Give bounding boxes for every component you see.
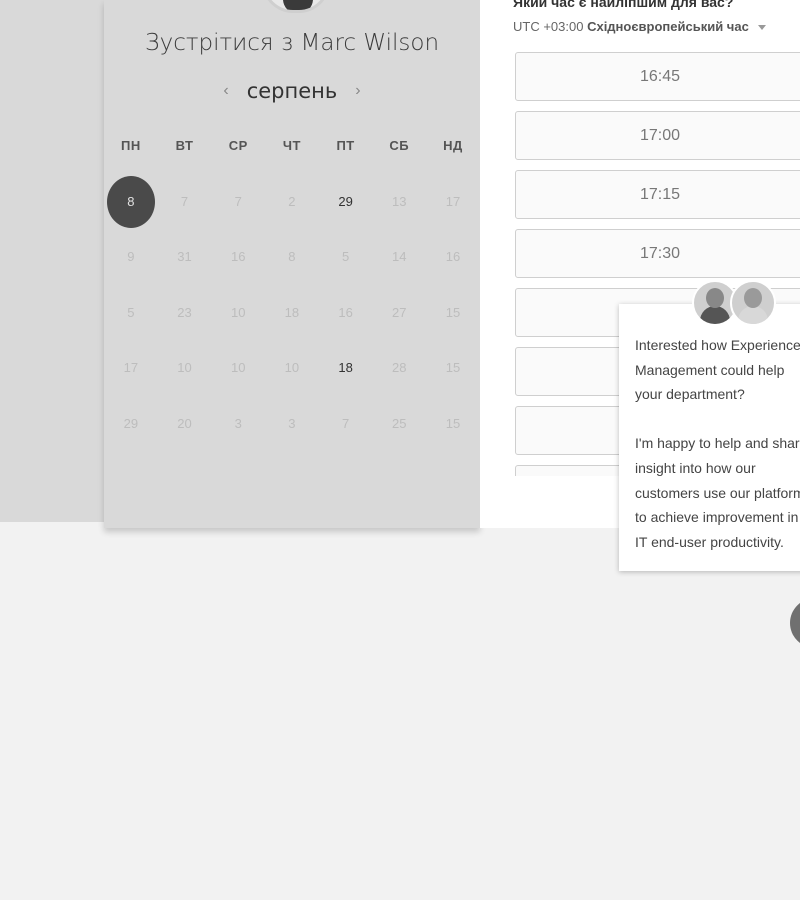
weekday-label: СБ — [389, 138, 410, 153]
chat-message-text: Interested how Experience Management cou… — [635, 337, 800, 550]
calendar-day: 3 — [234, 415, 242, 431]
timezone-selector[interactable]: UTC +03:00 Східноєвропейський час — [513, 19, 767, 34]
calendar-day: 10 — [177, 360, 192, 376]
calendar-day: 7 — [180, 193, 189, 209]
calendar-week-row: 5 23 10 18 16 27 15 — [104, 285, 480, 341]
time-slot-button[interactable]: 17:15 — [515, 170, 800, 219]
weekday-label: НД — [443, 138, 463, 153]
calendar-week-row: 17 10 10 10 18 28 15 — [104, 341, 480, 397]
calendar-week-row: 8 7 7 2 29 13 17 — [104, 174, 480, 230]
calendar-day: 2 — [288, 193, 296, 209]
calendar-day: 27 — [392, 304, 407, 320]
calendar-day: 20 — [177, 415, 192, 431]
calendar-day: 10 — [230, 304, 246, 320]
calendar-day: 18 — [284, 304, 300, 320]
calendar-day: 5 — [127, 304, 135, 320]
time-slot-button[interactable]: 17:30 — [515, 229, 800, 278]
calendar-day: 17 — [445, 193, 461, 209]
calendar-day: 17 — [123, 360, 139, 376]
calendar-day[interactable]: 18 — [319, 342, 373, 394]
meeting-title: Зустрітися з Marc Wilson — [104, 30, 480, 56]
weekday-label: ПТ — [336, 138, 355, 153]
agent-avatar — [730, 280, 776, 326]
calendar-day: 15 — [445, 415, 461, 431]
calendar-day: 16 — [338, 304, 353, 320]
weekday-header: ПН ВТ СР ЧТ ПТ СБ НД — [104, 138, 480, 153]
chevron-left-icon[interactable]: ‹ — [223, 82, 228, 100]
weekday-label: СР — [228, 138, 248, 153]
timezone-name: Східноєвропейський час — [587, 19, 749, 34]
calendar-day: 15 — [445, 360, 461, 376]
weekday-label: ВТ — [175, 138, 194, 153]
timezone-offset: UTC +03:00 — [513, 19, 584, 34]
calendar-day: 16 — [230, 249, 246, 265]
chat-launcher-button[interactable] — [790, 598, 800, 648]
calendar-week-row: 9 31 16 8 5 14 16 — [104, 230, 480, 286]
time-question: Який час є найліпшим для вас? — [513, 0, 734, 10]
calendar-day: 10 — [230, 360, 246, 376]
calendar-day[interactable]: 8 — [104, 175, 158, 228]
calendar-day: 7 — [341, 415, 350, 431]
weekday-label: ЧТ — [282, 138, 301, 153]
calendar-day: 31 — [177, 249, 192, 265]
calendar-day: 9 — [127, 249, 135, 265]
calendar-day: 28 — [392, 360, 407, 376]
caret-down-icon — [758, 25, 767, 31]
calendar-day: 25 — [392, 415, 407, 431]
host-name: Marc Wilson — [300, 30, 440, 56]
time-slot-button[interactable]: 17:00 — [515, 111, 800, 160]
calendar-day: 23 — [177, 304, 192, 320]
calendar-day: 3 — [288, 415, 296, 431]
calendar-week-row: 29 20 3 3 7 25 15 — [104, 396, 480, 452]
calendar-day: 14 — [392, 249, 407, 265]
month-label: серпень — [246, 79, 338, 103]
calendar-day: 7 — [234, 193, 242, 209]
calendar-day: 16 — [445, 249, 461, 265]
weekday-label: ПН — [120, 138, 141, 153]
calendar-day-grid: 8 7 7 2 29 13 17 9 31 16 8 5 14 16 5 23 10 18 16 27 15 17 10 10… — [104, 174, 480, 452]
calendar-day: 8 — [288, 249, 296, 265]
calendar-day[interactable]: 29 — [319, 176, 373, 228]
calendar-day: 15 — [445, 304, 461, 320]
month-navigation: ‹ серпень › — [104, 76, 480, 106]
left-background-strip — [0, 0, 104, 522]
calendar-day: 10 — [284, 360, 300, 376]
calendar-day: 13 — [392, 193, 407, 209]
chevron-right-icon[interactable]: › — [355, 82, 360, 100]
time-slot-button[interactable]: 16:45 — [515, 52, 800, 101]
calendar-day: 29 — [123, 415, 139, 431]
meeting-title-prefix: Зустрітися з — [144, 30, 294, 56]
calendar-day: 5 — [341, 249, 350, 265]
